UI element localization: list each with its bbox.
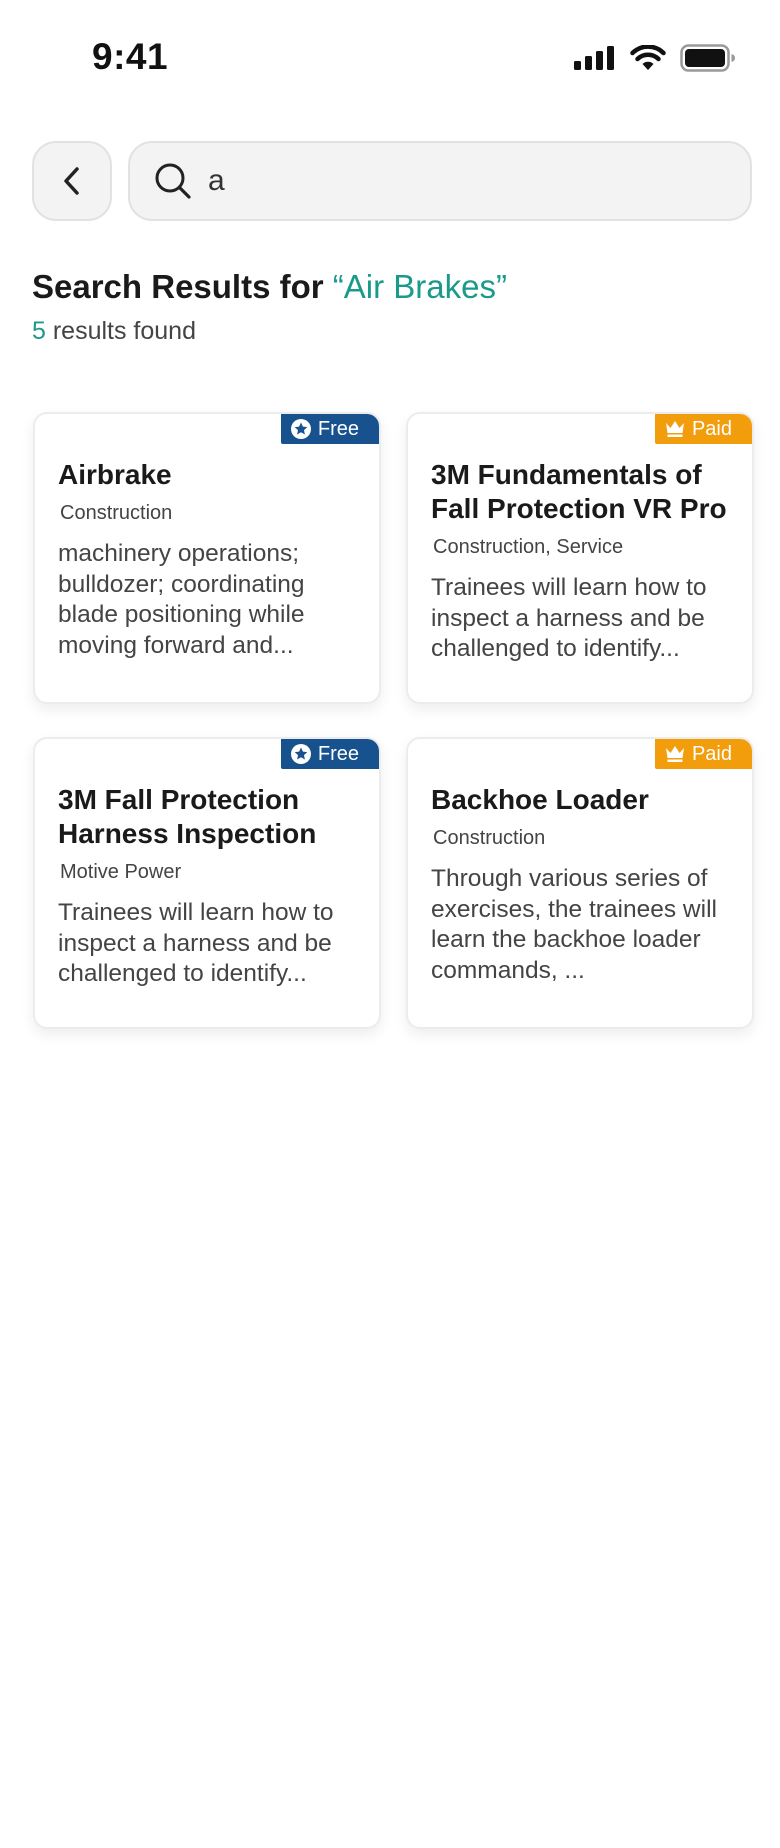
results-count-label: results found [45,317,196,345]
badge-label: Free [317,742,359,765]
wifi-icon [630,45,666,70]
card-category: Construction, Service [433,536,624,558]
results-count-number: 5 [32,317,46,345]
status-bar: 9:41 [0,0,780,110]
star-circle-icon [290,419,311,439]
paid-badge: Paid [654,414,752,444]
results-count: 5 results found [32,317,196,346]
results-title: Search Results for “Air Brakes” [32,268,507,306]
cellular-signal-icon [574,46,614,70]
crown-icon [665,421,684,437]
card-title: 3M Fundamentals of Fall Protection VR Pr… [431,459,727,524]
crown-icon [665,746,684,762]
chevron-left-icon [64,167,79,195]
card-description: Trainees will learn how to inspect a har… [431,574,707,662]
card-title: 3M Fall Protection Harness Inspection [58,784,317,849]
course-card[interactable]: Free Airbrake Construction machinery ope… [33,412,381,704]
card-category: Motive Power [60,861,182,883]
paid-badge: Paid [654,739,752,769]
course-card[interactable]: Paid 3M Fundamentals of Fall Protection … [406,412,754,704]
badge-label: Free [317,417,359,440]
card-category: Construction [60,502,173,524]
search-icon [154,162,192,200]
free-badge: Free [280,739,379,769]
status-time: 9:41 [92,36,169,77]
results-query: “Air Brakes” [332,268,507,305]
search-input[interactable] [208,164,728,198]
results-title-prefix: Search Results for [32,268,333,305]
card-title: Airbrake [58,459,172,490]
badge-label: Paid [691,742,732,765]
star-circle-icon [290,744,311,764]
status-icons [574,44,736,72]
card-title: Backhoe Loader [431,784,649,815]
card-description: Through various series of exercises, the… [431,865,717,984]
card-category: Construction [433,827,546,849]
card-description: Trainees will learn how to inspect a har… [58,899,334,987]
search-bar[interactable] [128,141,752,221]
back-button[interactable] [32,141,112,221]
card-description: machinery operations; bulldozer; coordin… [58,540,305,659]
badge-label: Paid [691,417,732,440]
free-badge: Free [280,414,379,444]
course-card[interactable]: Free 3M Fall Protection Harness Inspecti… [33,737,381,1029]
battery-icon [680,44,735,72]
course-card[interactable]: Paid Backhoe Loader Construction Through… [406,737,754,1029]
